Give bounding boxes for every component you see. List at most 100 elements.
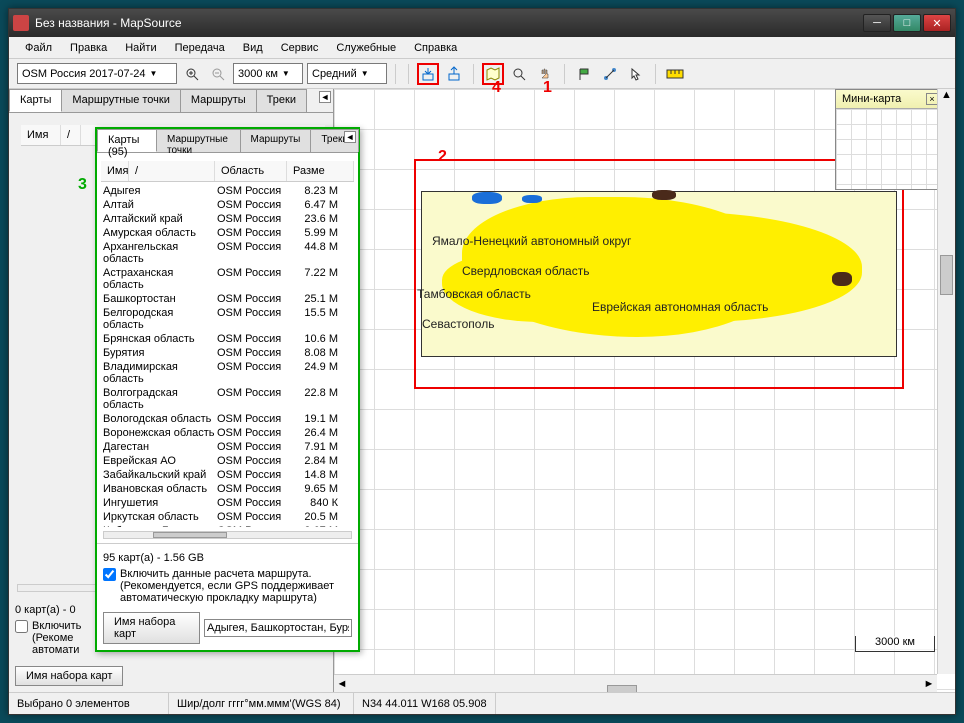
minimap-title: Мини-карта: [842, 93, 901, 105]
minimize-button[interactable]: ─: [863, 14, 891, 32]
status-coord-format: Шир/долг гггг°мм.ммм'(WGS 84): [169, 693, 354, 714]
menu-utils[interactable]: Служебные: [328, 39, 404, 57]
popup-col-slash[interactable]: /: [129, 161, 215, 181]
left-include-label: Включить: [32, 620, 81, 632]
map-selection-box: Ямало-Ненецкий автономный округ Свердлов…: [414, 159, 904, 389]
detail-combo[interactable]: Средний▼: [307, 63, 387, 84]
map-label-4: Севастополь: [422, 317, 494, 331]
table-row[interactable]: Архангельская областьOSM Россия44.8 М: [97, 240, 358, 266]
table-row[interactable]: БашкортостанOSM Россия25.1 М: [97, 292, 358, 306]
table-row[interactable]: Белгородская областьOSM Россия15.5 М: [97, 306, 358, 332]
popup-h-scroll[interactable]: [103, 531, 352, 539]
table-row[interactable]: БурятияOSM Россия8.08 М: [97, 346, 358, 360]
table-row[interactable]: ДагестанOSM Россия7.91 М: [97, 440, 358, 454]
annotation-3: 3: [78, 176, 87, 194]
tab-tracks[interactable]: Треки: [256, 89, 307, 112]
send-to-device-icon[interactable]: [417, 63, 439, 85]
popup-mapset-input[interactable]: [204, 619, 352, 637]
maximize-button[interactable]: □: [893, 14, 921, 32]
map-label-0: Ямало-Ненецкий автономный округ: [432, 234, 631, 248]
menu-file[interactable]: Файл: [17, 39, 60, 57]
zoom-out-icon[interactable]: [207, 63, 229, 85]
panel-toggle-icon[interactable]: ◄: [319, 91, 331, 103]
table-row[interactable]: Волгоградская областьOSM Россия22.8 М: [97, 386, 358, 412]
annotation-2: 2: [438, 148, 447, 166]
product-combo[interactable]: OSM Россия 2017-07-24▼: [17, 63, 177, 84]
left-include-check[interactable]: [15, 620, 28, 633]
table-row[interactable]: Кабардино-БалкарияOSM Россия3.67 М: [97, 524, 358, 527]
mapset-name-button[interactable]: Имя набора карт: [15, 666, 123, 686]
toolbar: OSM Россия 2017-07-24▼ 3000 км▼ Средний▼: [9, 59, 955, 89]
popup-summary: 95 карт(а) - 1.56 GB: [103, 550, 352, 566]
table-row[interactable]: Еврейская АОOSM Россия2.84 М: [97, 454, 358, 468]
menu-edit[interactable]: Правка: [62, 39, 115, 57]
h-scrollbar[interactable]: ◄ ►: [334, 674, 937, 692]
waypoint-tool-icon[interactable]: [573, 63, 595, 85]
table-row[interactable]: Воронежская областьOSM Россия26.4 М: [97, 426, 358, 440]
titlebar[interactable]: Без названия - MapSource ─ □ ✕: [9, 9, 955, 37]
popup-toggle-icon[interactable]: ◄: [344, 131, 356, 143]
left-hint1: (Рекоме: [32, 632, 73, 644]
statusbar: Выбрано 0 элементов Шир/долг гггг°мм.ммм…: [9, 692, 955, 714]
popup-col-region[interactable]: Область: [215, 161, 287, 181]
popup-tab-waypoints[interactable]: Маршрутные точки: [156, 129, 241, 152]
popup-tab-maps[interactable]: Карты (95): [97, 129, 157, 152]
menu-find[interactable]: Найти: [117, 39, 164, 57]
col-name[interactable]: Имя: [21, 125, 61, 145]
popup-table[interactable]: АдыгеяOSM Россия8.23 МАлтайOSM Россия6.4…: [97, 184, 358, 527]
zoom-tool-icon[interactable]: [508, 63, 530, 85]
detail-combo-text: Средний: [312, 68, 357, 80]
close-button[interactable]: ✕: [923, 14, 951, 32]
app-icon: [13, 15, 29, 31]
table-row[interactable]: Владимирская областьOSM Россия24.9 М: [97, 360, 358, 386]
table-row[interactable]: Астраханская областьOSM Россия7.22 М: [97, 266, 358, 292]
popup-col-size[interactable]: Разме: [287, 161, 354, 181]
popup-mapset-button[interactable]: Имя набора карт: [103, 612, 200, 644]
table-row[interactable]: Амурская областьOSM Россия5.99 М: [97, 226, 358, 240]
col-slash[interactable]: /: [61, 125, 81, 145]
receive-from-device-icon[interactable]: [443, 63, 465, 85]
popup-include-check[interactable]: [103, 568, 116, 581]
scale-bar: 3000 км: [855, 636, 935, 652]
table-row[interactable]: Ивановская областьOSM Россия9.65 М: [97, 482, 358, 496]
scale-combo-text: 3000 км: [238, 68, 278, 80]
popup-hint: (Рекомендуется, если GPS поддерживает ав…: [120, 580, 334, 604]
menu-view[interactable]: Вид: [235, 39, 271, 57]
minimap[interactable]: Мини-карта ×: [835, 89, 945, 190]
v-scrollbar[interactable]: ▲: [937, 89, 955, 674]
tab-waypoints[interactable]: Маршрутные точки: [61, 89, 181, 112]
menu-transfer[interactable]: Передача: [167, 39, 233, 57]
annotation-4: 4: [492, 79, 501, 97]
zoom-in-icon[interactable]: [181, 63, 203, 85]
map-label-2: Тамбовская область: [417, 287, 531, 301]
product-combo-text: OSM Россия 2017-07-24: [22, 68, 146, 80]
annotation-1: 1: [543, 79, 552, 97]
status-selection: Выбрано 0 элементов: [9, 693, 169, 714]
map-content: Ямало-Ненецкий автономный округ Свердлов…: [421, 191, 897, 357]
popup-include-label: Включить данные расчета маршрута.: [120, 568, 312, 580]
menu-help[interactable]: Справка: [406, 39, 465, 57]
route-tool-icon[interactable]: [599, 63, 621, 85]
status-coord: N34 44.011 W168 05.908: [354, 693, 496, 714]
popup-tab-routes[interactable]: Маршруты: [240, 129, 312, 152]
table-row[interactable]: АдыгеяOSM Россия8.23 М: [97, 184, 358, 198]
menu-service[interactable]: Сервис: [273, 39, 327, 57]
table-row[interactable]: Иркутская областьOSM Россия20.5 М: [97, 510, 358, 524]
table-row[interactable]: Забайкальский крайOSM Россия14.8 М: [97, 468, 358, 482]
table-row[interactable]: ИнгушетияOSM Россия840 К: [97, 496, 358, 510]
scale-combo[interactable]: 3000 км▼: [233, 63, 303, 84]
tab-routes[interactable]: Маршруты: [180, 89, 257, 112]
table-row[interactable]: Вологодская областьOSM Россия19.1 М: [97, 412, 358, 426]
popup-col-name[interactable]: Имя: [101, 161, 129, 181]
measure-tool-icon[interactable]: [664, 63, 686, 85]
minimap-body[interactable]: [836, 109, 944, 189]
maps-popup-panel: ◄ Карты (95) Маршрутные точки Маршруты Т…: [95, 127, 360, 652]
select-tool-icon[interactable]: [625, 63, 647, 85]
tab-maps[interactable]: Карты: [9, 89, 62, 112]
table-row[interactable]: АлтайOSM Россия6.47 М: [97, 198, 358, 212]
left-hint2: автомати: [32, 644, 79, 656]
table-row[interactable]: Алтайский крайOSM Россия23.6 М: [97, 212, 358, 226]
map-view[interactable]: Ямало-Ненецкий автономный округ Свердлов…: [334, 89, 955, 692]
menubar: Файл Правка Найти Передача Вид Сервис Сл…: [9, 37, 955, 59]
table-row[interactable]: Брянская областьOSM Россия10.6 М: [97, 332, 358, 346]
